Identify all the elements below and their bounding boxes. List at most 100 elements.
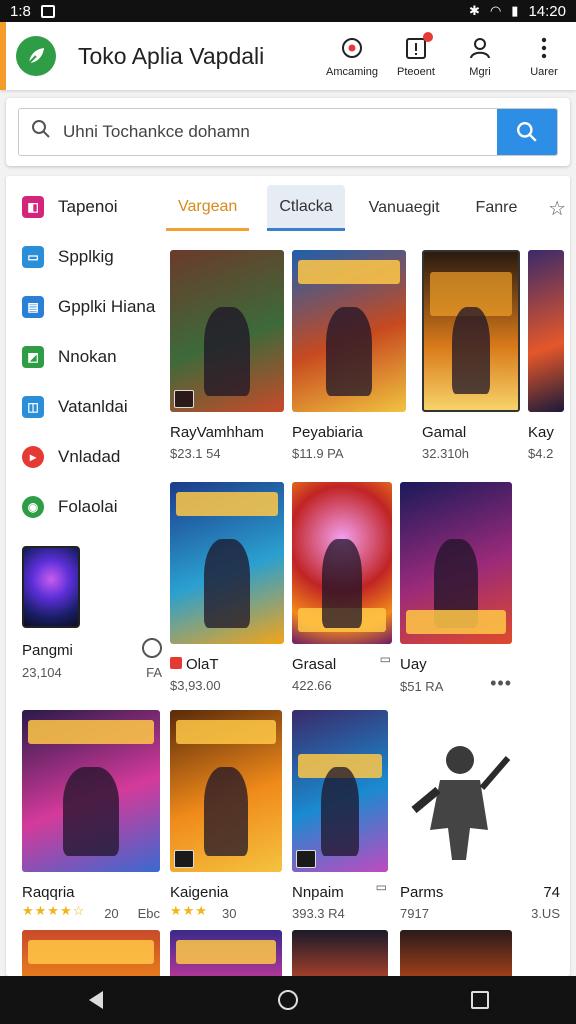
sidebar-item-category[interactable]: ◧ Tapenoi [6,182,166,232]
app-card-name: Parms [400,884,444,901]
category-icon: ◫ [22,396,44,418]
category-icon: ▭ [22,246,44,268]
search-icon [19,119,63,145]
leaf-logo-icon[interactable] [16,36,56,76]
rating-stars: ★★★ [170,903,208,918]
app-card[interactable] [170,930,282,976]
sidebar-item-category[interactable]: ▸ Vnladad [6,432,166,482]
category-icon: ▸ [22,446,44,468]
category-icon: ◩ [22,346,44,368]
tab-fanre[interactable]: Fanre [464,185,530,231]
sidebar-item-label: Folaolai [58,497,118,516]
app-card[interactable]: Gamal 32.310h [422,250,520,461]
tab-vanuaegit[interactable]: Vanuaegit [357,185,452,231]
nav-home-button[interactable] [268,980,308,1020]
app-card-price: 422.66 [292,678,332,693]
sidebar-item-category[interactable]: ◉ Folaolai [6,482,166,532]
app-card-image [170,482,284,644]
battery-icon: ▮ [511,3,519,18]
sidebar-item-label: Tapenoi [58,197,118,216]
sidebar-item-category[interactable]: ▭ Spplkig [6,232,166,282]
app-card-name: Nnpaim [292,884,344,901]
app-card-price: 393.3 R4 [292,906,345,921]
app-card-price: $23.1 54 [170,446,221,461]
sidebar-item-label: Vatanldai [58,397,128,416]
app-card[interactable]: Peyabiaria $11.9 PA [292,250,406,461]
app-card[interactable]: Raqqria ★★★★☆ 20 Ebc [22,710,160,921]
app-card[interactable] [292,930,388,976]
dropdown-icon[interactable]: ▭ [380,652,392,666]
rating-stars: ★★★★☆ [22,903,86,918]
app-card[interactable]: Kay $4.2 [528,250,564,461]
header-action-target[interactable]: Amcaming [324,34,380,78]
app-header: Toko Aplia Vapdali Amcaming Pteoent Mgri [0,22,576,90]
featured-app[interactable]: Pangmi 23,104 FA [22,546,162,680]
kebab-menu-icon [540,34,548,62]
wifi-icon: ◠ [489,3,502,18]
app-card-image [400,930,512,976]
notification-box-icon [40,4,55,18]
app-card-rating: 30 [221,906,237,921]
app-card-rating: 20 [104,906,119,921]
app-card-price: $11.9 PA [292,446,344,461]
nav-recent-button[interactable] [460,980,500,1020]
signal-icon: ✱ [469,3,480,18]
dropdown-icon[interactable]: ▭ [376,880,388,894]
sidebar-item-category[interactable]: ◫ Vatanldai [6,382,166,432]
clock-icon [142,638,162,658]
sidebar-item-category[interactable]: ▤ Gpplki Hiana [6,282,166,332]
back-icon [89,991,103,1009]
app-card-price: $51 RA [400,678,444,694]
sidebar-item-label: Gpplki Hiana [58,297,156,316]
app-card[interactable]: Nnpaim ▭ 393.3 R4 [292,710,388,921]
app-card[interactable]: OlaT $3,93.00 [170,482,284,693]
category-icon: ▤ [22,296,44,318]
app-card-name: Uay [400,656,427,673]
status-clock: 14:20 [528,2,566,20]
app-card-price: 32.310h [422,446,469,461]
sidebar-item-category[interactable]: ◩ Nnokan [6,332,166,382]
status-time: 1:8 [10,2,31,20]
search-bar [6,98,570,166]
header-action-label: Amcaming [326,66,378,78]
category-icon: ◧ [22,196,44,218]
app-card[interactable]: Kaigenia ★★★ 30 [170,710,282,921]
app-card-side-meta: 3.US [531,906,560,921]
app-card[interactable]: Grasal ▭ 422.66 [292,482,392,693]
app-card[interactable]: Parms 74 7917 3.US [400,710,570,921]
app-card-name: Grasal [292,656,337,673]
header-action-user[interactable]: Mgri [452,34,508,78]
header-action-menu[interactable]: Uarer [516,34,572,78]
search-box [18,108,558,156]
app-card[interactable]: RayVamhham $23.1 54 [170,250,284,461]
notification-icon [405,32,433,62]
knight-figure-icon [411,746,511,860]
app-card-image [170,250,284,412]
star-icon[interactable]: ☆ [548,196,570,221]
header-action-notifications[interactable]: Pteoent [388,32,444,78]
app-card-image [292,930,388,976]
app-card-image [292,710,388,872]
app-card[interactable] [22,930,160,976]
app-card[interactable] [400,930,512,976]
app-card-image [400,482,512,644]
category-icon: ◉ [22,496,44,518]
notification-badge [423,32,433,42]
app-card-image [528,250,564,412]
app-card-name: RayVamhham [170,424,264,441]
status-bar: 1:8 ✱ ◠ ▮ 14:20 [0,0,576,22]
nav-back-button[interactable] [76,980,116,1020]
tab-vargean[interactable]: Vargean [166,185,250,231]
sidebar-item-label: Vnladad [58,447,121,466]
featured-app-name: Pangmi [22,642,73,659]
header-action-label: Mgri [469,66,491,78]
app-card-image [292,482,392,644]
search-button[interactable] [497,109,557,155]
app-card-price: $4.2 [528,446,554,461]
search-input[interactable] [63,109,497,155]
more-options-icon[interactable]: ••• [490,673,512,694]
featured-app-image [22,546,80,628]
app-card[interactable]: Uay $51 RA ••• [400,482,512,694]
tab-ctlacka[interactable]: Ctlacka [267,185,345,231]
app-card-name: Gamal [422,424,467,441]
